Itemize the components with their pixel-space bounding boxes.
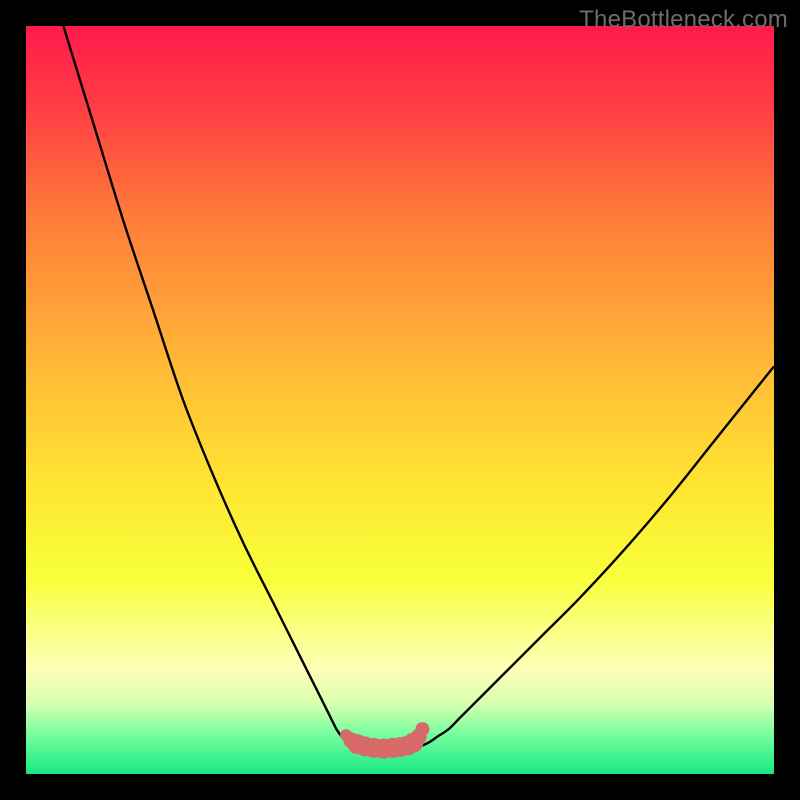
chart-frame: TheBottleneck.com xyxy=(0,0,800,800)
chart-background xyxy=(26,26,774,774)
bottleneck-chart xyxy=(26,26,774,774)
watermark-text: TheBottleneck.com xyxy=(579,6,788,34)
valley-marker xyxy=(415,722,429,736)
